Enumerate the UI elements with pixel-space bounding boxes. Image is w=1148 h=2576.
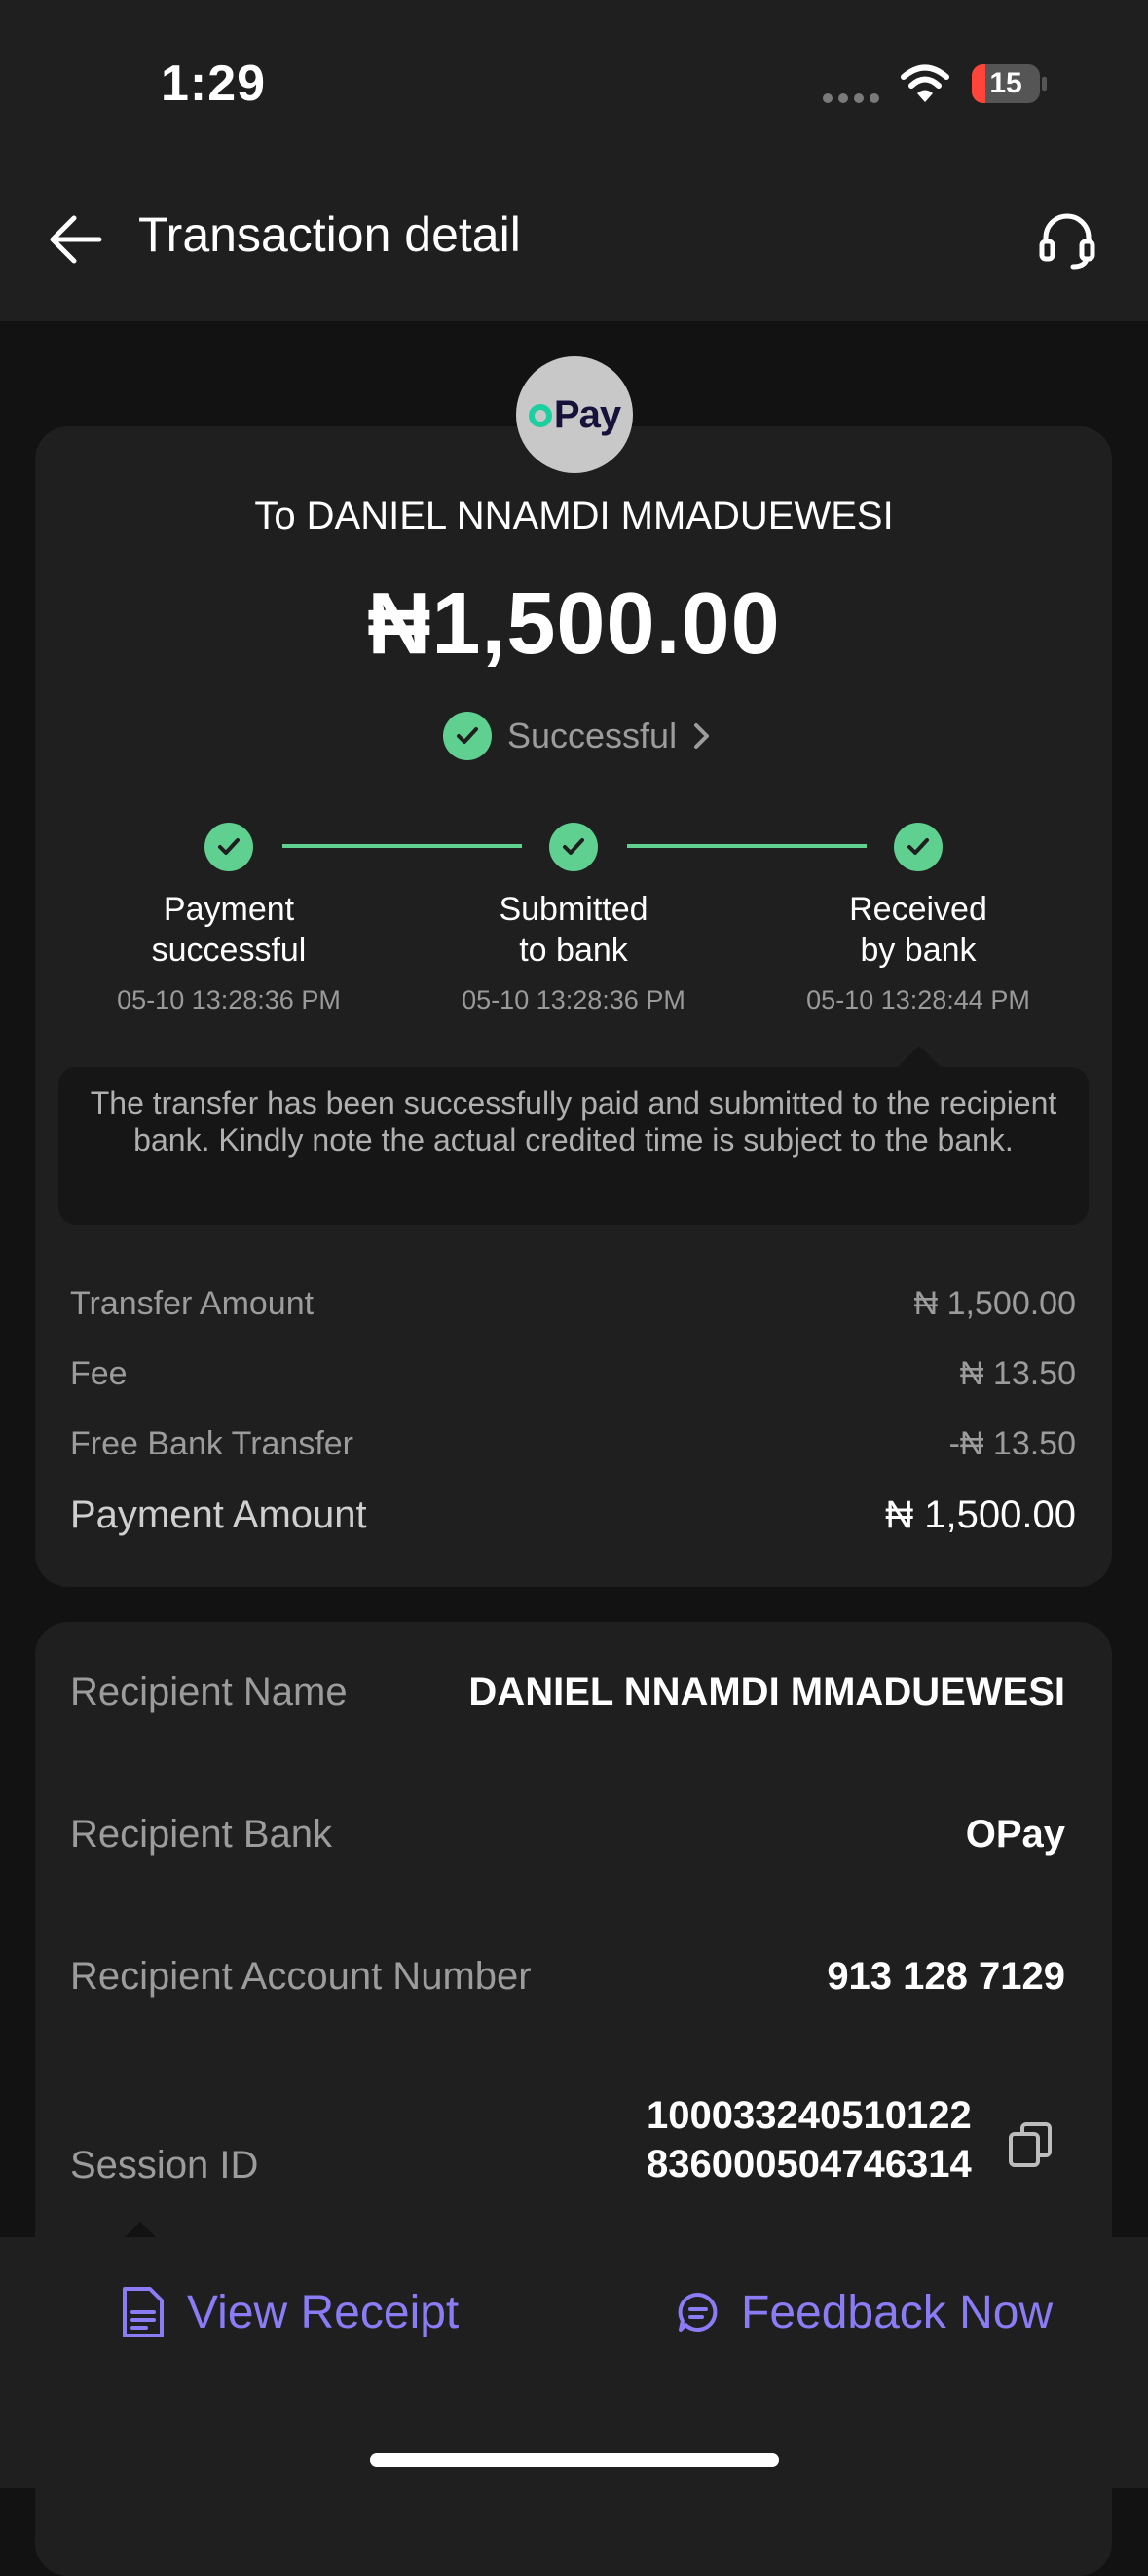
page-title: Transaction detail: [138, 207, 521, 262]
account-number-label: Recipient Account Number: [70, 1955, 532, 1998]
payment-amount-value: ₦ 1,500.00: [885, 1493, 1076, 1536]
step-label-payment: Payment successful: [151, 891, 307, 969]
step-time: 05-10 13:28:36 PM: [117, 985, 341, 1014]
receipt-icon: [123, 2287, 164, 2337]
feedback-button[interactable]: Feedback Now: [677, 2278, 1053, 2346]
step-connector: [627, 844, 867, 848]
battery-level: 15: [989, 67, 1022, 99]
payment-amount-label: Payment Amount: [70, 1493, 367, 1536]
back-arrow-icon[interactable]: [47, 212, 105, 267]
transaction-amount: ₦1,500.00: [367, 575, 781, 673]
view-receipt-button[interactable]: View Receipt: [121, 2278, 459, 2346]
wifi-icon: [901, 64, 949, 102]
step-label-received: Received by bank: [849, 891, 987, 969]
recipient-bank-label: Recipient Bank: [70, 1813, 333, 1856]
session-id-label: Session ID: [70, 2144, 259, 2187]
breakdown-label: Free Bank Transfer: [70, 1425, 354, 1462]
recipient-title: To DANIEL NNAMDI MMADUEWESI: [254, 495, 894, 537]
battery-indicator: 15: [972, 64, 1048, 103]
breakdown-value: ₦ 13.50: [959, 1355, 1076, 1392]
step-label-submitted: Submitted to bank: [499, 891, 648, 969]
step-check-icon: [549, 823, 598, 871]
breakdown-label: Transfer Amount: [70, 1285, 315, 1322]
success-check-icon: [443, 712, 492, 760]
status-label: Successful: [507, 716, 678, 755]
feedback-label: Feedback Now: [741, 2286, 1054, 2338]
step-check-icon: [204, 823, 253, 871]
transfer-note: The transfer has been successfully paid …: [58, 1067, 1089, 1225]
bottom-action-bar: [0, 2237, 1148, 2488]
breakdown-label: Fee: [70, 1355, 128, 1392]
top-bar: [0, 0, 1148, 321]
chevron-right-icon: [694, 723, 710, 749]
copy-icon[interactable]: [1007, 2120, 1054, 2169]
headset-support-icon[interactable]: [1036, 208, 1098, 271]
step-time: 05-10 13:28:44 PM: [806, 985, 1030, 1014]
step-connector: [282, 844, 522, 848]
recipient-name-label: Recipient Name: [70, 1671, 348, 1713]
breakdown-value: ₦ 1,500.00: [913, 1285, 1076, 1322]
scroll-tail-pointer: [125, 2222, 156, 2237]
breakdown-value: -₦ 13.50: [948, 1425, 1076, 1462]
recipient-bank-value: OPay: [965, 1813, 1065, 1856]
account-number-value: 913 128 7129: [827, 1955, 1065, 1998]
session-id-value: 100033240510122 836000504746314: [647, 2094, 972, 2186]
chat-bubble-icon: [678, 2292, 718, 2332]
view-receipt-label: View Receipt: [187, 2286, 460, 2338]
step-time: 05-10 13:28:36 PM: [462, 985, 685, 1014]
home-indicator[interactable]: [370, 2453, 779, 2467]
recipient-name-value: DANIEL NNAMDI MMADUEWESI: [468, 1671, 1065, 1713]
note-pointer: [898, 1046, 941, 1067]
cellular-signal-icon: [823, 93, 881, 103]
status-row[interactable]: Successful: [443, 711, 714, 761]
opay-logo: Pay: [516, 356, 633, 473]
step-check-icon: [894, 823, 943, 871]
status-time: 1:29: [161, 55, 267, 112]
